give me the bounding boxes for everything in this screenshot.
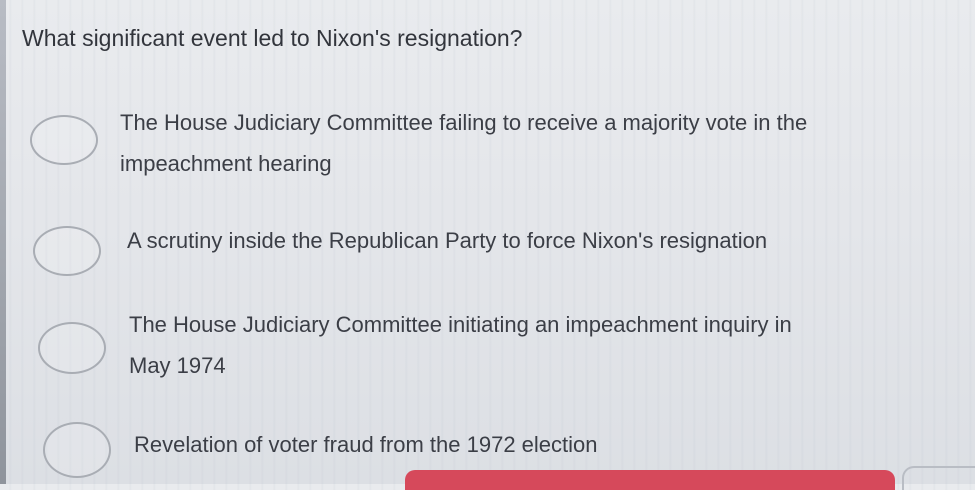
answer-option-1-label: The House Judiciary Committee failing to… (120, 102, 807, 184)
question-text: What significant event led to Nixon's re… (22, 25, 523, 51)
answer-option-3-line2: May 1974 (129, 353, 226, 378)
radio-button-4[interactable] (43, 422, 111, 478)
radio-button-2[interactable] (33, 226, 101, 276)
bottom-action-bar[interactable] (405, 470, 895, 490)
answer-option-4-line1: Revelation of voter fraud from the 1972 … (134, 432, 598, 457)
answer-option-1-line2: impeachment hearing (120, 151, 332, 176)
answer-option-4-label: Revelation of voter fraud from the 1972 … (134, 424, 598, 465)
bottom-secondary-bar[interactable] (902, 466, 975, 490)
answer-option-2-label: A scrutiny inside the Republican Party t… (127, 220, 767, 261)
answer-option-2-line1: A scrutiny inside the Republican Party t… (127, 228, 768, 253)
answer-option-2[interactable]: A scrutiny inside the Republican Party t… (0, 214, 975, 284)
radio-button-3[interactable] (38, 322, 106, 374)
answer-option-1[interactable]: The House Judiciary Committee failing to… (0, 100, 975, 190)
answer-option-1-line1: The House Judiciary Committee failing to… (120, 110, 808, 135)
answer-option-3[interactable]: The House Judiciary Committee initiating… (0, 300, 975, 395)
radio-button-1[interactable] (30, 115, 98, 165)
answer-option-3-line1: The House Judiciary Committee initiating… (129, 312, 792, 337)
answer-option-3-label: The House Judiciary Committee initiating… (129, 304, 792, 386)
